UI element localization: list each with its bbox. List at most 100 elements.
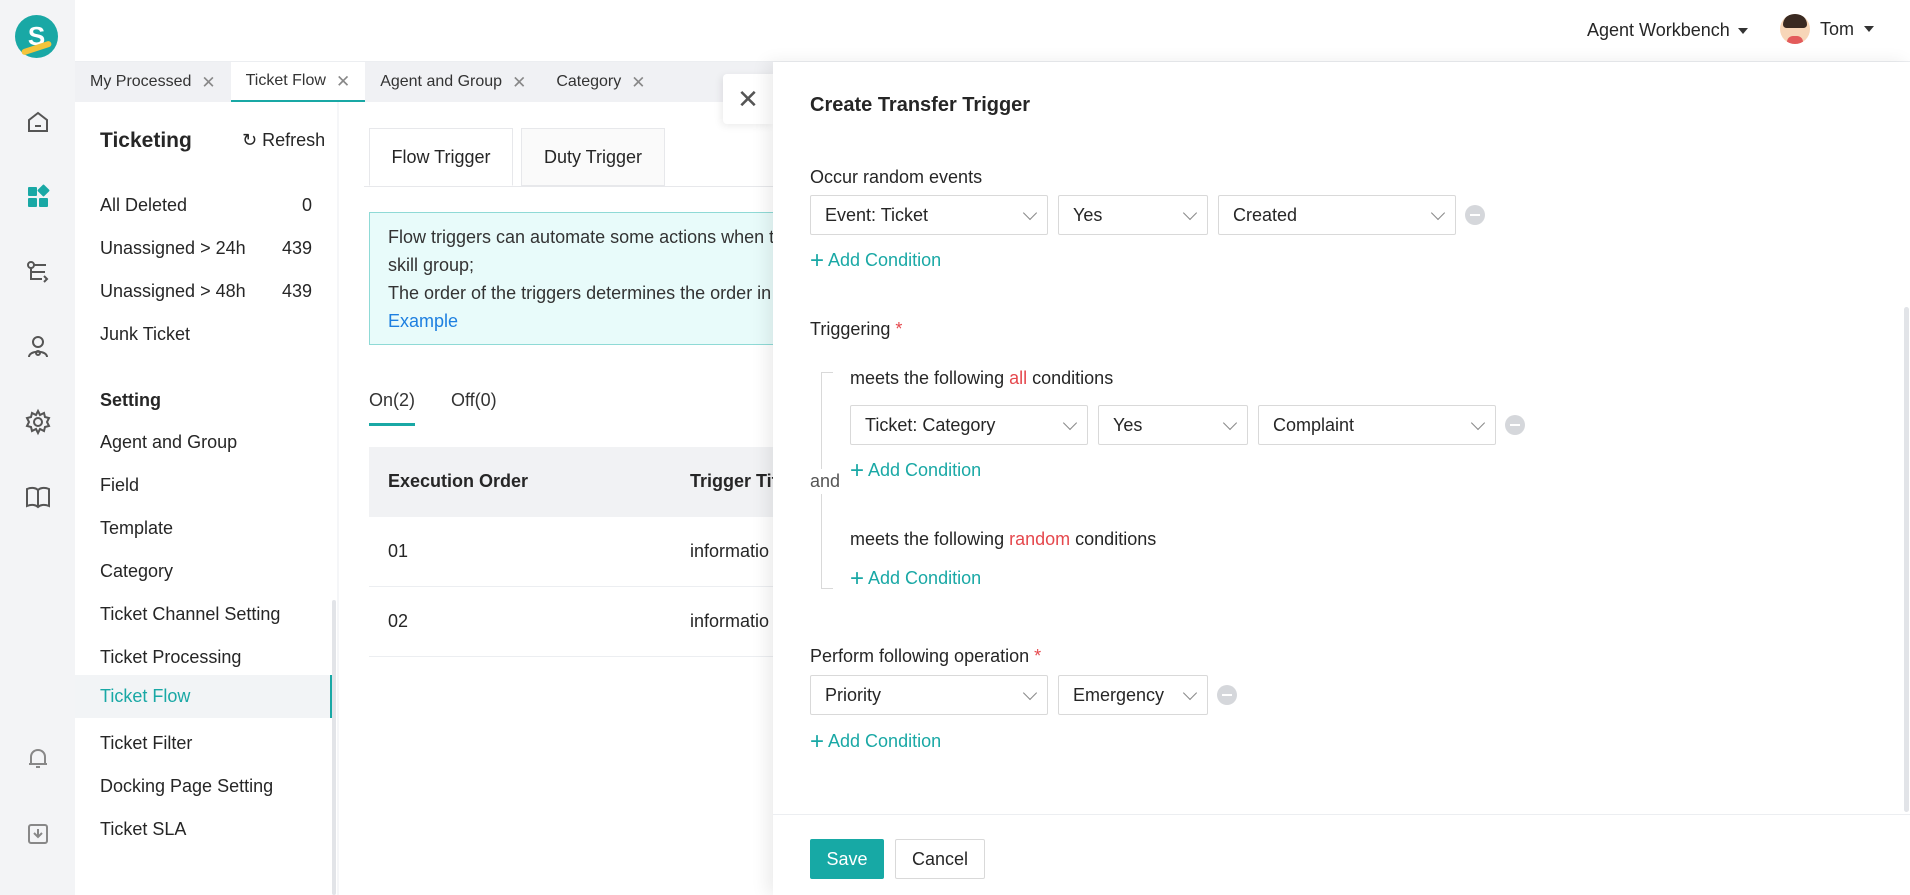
close-icon[interactable]: ✕ [631, 74, 645, 91]
tab-duty-trigger[interactable]: Duty Trigger [521, 128, 665, 186]
tab-label: Ticket Flow [245, 72, 326, 89]
remove-operation-icon[interactable] [1217, 685, 1237, 705]
tab-category[interactable]: Category ✕ [541, 62, 660, 102]
tab-ticket-flow[interactable]: Ticket Flow ✕ [230, 62, 366, 102]
create-trigger-drawer: Create Transfer Trigger Occur random eve… [773, 62, 1910, 895]
select-value: Yes [1073, 204, 1103, 225]
sidebar-item-all-deleted[interactable]: All Deleted 0 [100, 195, 312, 216]
book-icon[interactable] [24, 483, 52, 511]
heading-keyword: random [1009, 529, 1071, 549]
workbench-label: Agent Workbench [1587, 20, 1730, 40]
select-value: Event: Ticket [825, 204, 929, 225]
sidebar-item-label: Agent and Group [100, 432, 238, 452]
event-field-select[interactable]: Event: Ticket [810, 195, 1048, 235]
tab-flow-trigger[interactable]: Flow Trigger [369, 128, 513, 186]
caret-down-icon [1737, 27, 1748, 34]
condition-field-select[interactable]: Ticket: Category [850, 405, 1088, 445]
tab-on[interactable]: On(2) [369, 390, 416, 426]
info-notice: Flow triggers can automate some actions … [369, 212, 789, 345]
add-condition-button[interactable]: + Add Condition [850, 458, 982, 482]
occur-events-label: Occur random events [810, 167, 983, 187]
user-menu[interactable]: Tom [1780, 14, 1875, 44]
add-condition-button[interactable]: + Add Condition [810, 248, 941, 272]
refresh-button[interactable]: ↻ Refresh [242, 130, 325, 151]
add-condition-button[interactable]: + Add Condition [850, 566, 982, 590]
chevron-down-icon [1022, 205, 1038, 221]
flow-icon[interactable] [24, 258, 52, 286]
home-icon[interactable] [24, 108, 52, 136]
close-icon[interactable]: ✕ [336, 73, 350, 90]
tab-my-processed[interactable]: My Processed ✕ [75, 62, 231, 102]
chevron-down-icon [1062, 415, 1078, 431]
select-value: Priority [825, 684, 882, 705]
add-condition-label: Add Condition [868, 460, 982, 480]
sidebar-item-ticket-processing[interactable]: Ticket Processing [100, 647, 312, 668]
tab-label: Flow Trigger [391, 146, 491, 167]
sidebar-item-ticket-sla[interactable]: Ticket SLA [100, 819, 312, 840]
sidebar-item-field[interactable]: Field [100, 475, 312, 496]
event-operator-select[interactable]: Yes [1058, 195, 1208, 235]
example-link[interactable]: Example [388, 307, 770, 335]
tab-label: Agent and Group [380, 73, 503, 90]
operation-field-select[interactable]: Priority [810, 675, 1048, 715]
sidebar-item-ticket-channel-setting[interactable]: Ticket Channel Setting [100, 604, 312, 625]
table-row[interactable]: 02 informatio [369, 587, 773, 657]
download-folder-icon[interactable] [24, 820, 52, 848]
notice-line: The order of the triggers determines the… [388, 283, 786, 303]
sidebar-item-template[interactable]: Template [100, 518, 312, 539]
select-value: Created [1233, 204, 1298, 225]
column-header: Trigger Tit [690, 471, 778, 491]
agent-icon[interactable] [24, 333, 52, 361]
tab-off[interactable]: Off(0) [451, 390, 497, 411]
notice-line: skill group; [388, 255, 475, 275]
dashboard-icon[interactable] [24, 183, 52, 211]
app-logo[interactable]: S [15, 15, 58, 58]
add-condition-button[interactable]: + Add Condition [810, 727, 941, 755]
sidebar-item-label: Unassigned > 24h [100, 238, 246, 258]
workbench-dropdown[interactable]: Agent Workbench [1587, 20, 1748, 41]
gear-icon[interactable] [24, 408, 52, 436]
and-connector[interactable]: and [810, 469, 841, 494]
sidebar-item-unassigned-24h[interactable]: Unassigned > 24h 439 [100, 238, 312, 259]
sidebar-item-junk-ticket[interactable]: Junk Ticket [100, 324, 312, 345]
drawer-close-button[interactable]: ✕ [723, 74, 773, 124]
condition-operator-select[interactable]: Yes [1098, 405, 1248, 445]
add-condition-label: Add Condition [868, 568, 982, 588]
remove-condition-icon[interactable] [1465, 205, 1485, 225]
table-row[interactable]: 01 informatio [369, 517, 773, 587]
chevron-down-icon [1182, 205, 1198, 221]
required-mark: * [1034, 646, 1042, 666]
sidebar-item-count: 439 [281, 238, 312, 258]
avatar [1780, 14, 1810, 44]
save-button[interactable]: Save [810, 839, 884, 879]
event-value-select[interactable]: Created [1218, 195, 1456, 235]
sidebar-item-label: Template [100, 518, 174, 538]
heading-text: conditions [1075, 529, 1157, 549]
sidebar-scrollbar[interactable] [332, 600, 336, 895]
refresh-icon: ↻ [242, 130, 258, 150]
heading-text: meets the following [850, 368, 1005, 388]
tab-agent-and-group[interactable]: Agent and Group ✕ [365, 62, 541, 102]
sidebar-item-unassigned-48h[interactable]: Unassigned > 48h 439 [100, 281, 312, 302]
column-header: Execution Order [388, 471, 529, 491]
tab-label: My Processed [90, 73, 192, 90]
sidebar-item-ticket-filter[interactable]: Ticket Filter [100, 733, 312, 754]
drawer-scrollbar[interactable] [1904, 307, 1909, 812]
tab-label: Duty Trigger [543, 146, 643, 167]
sidebar-item-category[interactable]: Category [100, 561, 312, 582]
cancel-button[interactable]: Cancel [895, 839, 985, 879]
condition-value-select[interactable]: Complaint [1258, 405, 1496, 445]
sidebar-item-label: Field [100, 475, 140, 495]
sidebar-item-ticket-flow[interactable]: Ticket Flow [75, 675, 333, 718]
operation-value-select[interactable]: Emergency [1058, 675, 1208, 715]
user-name: Tom [1820, 18, 1855, 39]
bell-icon[interactable] [24, 744, 52, 772]
close-icon[interactable]: ✕ [512, 74, 526, 91]
remove-condition-icon[interactable] [1505, 415, 1525, 435]
close-icon[interactable]: ✕ [201, 74, 215, 91]
sidebar-item-agent-and-group[interactable]: Agent and Group [100, 432, 312, 453]
sidebar-item-docking-page-setting[interactable]: Docking Page Setting [100, 776, 312, 797]
chevron-down-icon [1430, 205, 1446, 221]
plus-icon: + [810, 727, 825, 755]
drawer-title: Create Transfer Trigger [810, 94, 1031, 116]
